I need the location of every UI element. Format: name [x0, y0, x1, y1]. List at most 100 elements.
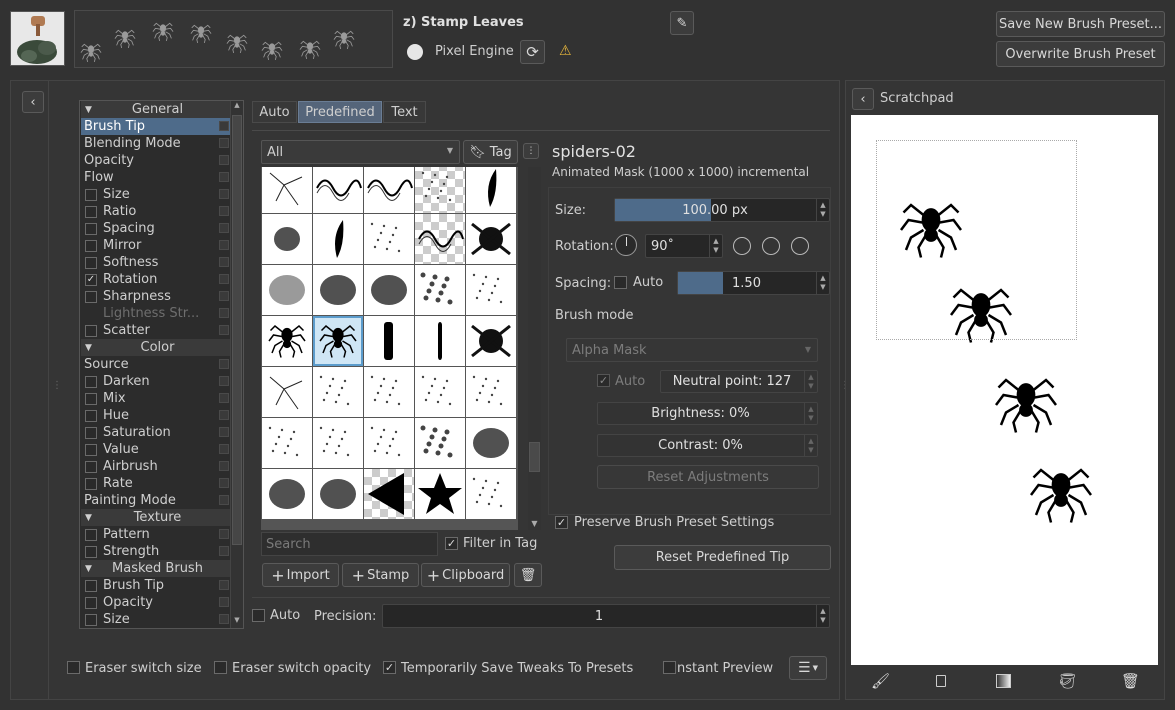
option-checkbox[interactable]	[85, 579, 97, 592]
blank-page-icon[interactable]	[936, 675, 946, 687]
trash-icon[interactable]: 🗑︎	[1121, 672, 1140, 690]
reset-predefined-tip-button[interactable]: Reset Predefined Tip	[614, 545, 831, 570]
option-plain[interactable]: Blending Mode	[81, 135, 231, 152]
filter-in-tag-checkbox[interactable]: ✓	[445, 537, 458, 550]
brush-tip-dots2[interactable]	[415, 418, 465, 468]
rename-preset-button[interactable]: ✎	[670, 11, 694, 35]
brush-tip-cloud3[interactable]	[364, 265, 414, 315]
option-checkbox[interactable]	[85, 188, 97, 201]
brush-tip-specks2[interactable]	[466, 469, 516, 519]
option-plain[interactable]: Painting Mode	[81, 492, 231, 509]
brush-tip-splat[interactable]	[466, 214, 516, 264]
brush-tip-ribbon[interactable]	[466, 167, 516, 213]
tab-text[interactable]: Text	[383, 101, 426, 123]
brush-grid[interactable]	[261, 167, 518, 530]
option-checkbox[interactable]	[85, 460, 97, 473]
brush-tip-burst[interactable]	[466, 316, 516, 366]
option-checkbox[interactable]	[85, 596, 97, 609]
option-check[interactable]: Sharpness	[81, 288, 231, 305]
option-check[interactable]: ✓ Rotation	[81, 271, 231, 288]
spacing-auto-checkbox[interactable]	[614, 276, 627, 289]
brush-tip-triangle[interactable]	[364, 469, 414, 519]
option-check[interactable]: Rate	[81, 475, 231, 492]
gradient-icon[interactable]	[996, 674, 1011, 688]
grid-scrollbar[interactable]: ▼	[528, 167, 541, 530]
option-checkbox[interactable]	[85, 256, 97, 269]
spacing-slider[interactable]: 1.50 ▲ ▼	[677, 271, 830, 295]
option-checkbox[interactable]	[85, 375, 97, 388]
eraser-opacity-checkbox[interactable]	[214, 661, 227, 674]
option-check[interactable]: Hue	[81, 407, 231, 424]
scratchpad-canvas[interactable]	[851, 115, 1158, 665]
option-plain[interactable]: Opacity	[81, 152, 231, 169]
option-disabled[interactable]: Lightness Str...	[81, 305, 231, 322]
brush-tip-dust3[interactable]	[364, 418, 414, 468]
splitter-handle[interactable]: ⋮	[52, 380, 62, 391]
option-check[interactable]: Opacity	[81, 594, 231, 611]
option-checkbox[interactable]	[85, 324, 97, 337]
option-group[interactable]: ▼ General	[81, 101, 231, 118]
option-check[interactable]: Mix	[81, 390, 231, 407]
option-checkbox[interactable]	[85, 613, 97, 626]
stamp-button[interactable]: + Stamp	[342, 563, 419, 587]
brush-tip-crack2[interactable]	[262, 367, 312, 417]
option-check[interactable]: Brush Tip	[81, 577, 231, 594]
brush-tip-grain2[interactable]	[364, 367, 414, 417]
view-mode-button[interactable]: ⋮	[523, 143, 539, 159]
brush-tip-ink[interactable]	[262, 469, 312, 519]
brush-tip-line[interactable]	[415, 316, 465, 366]
options-list[interactable]: ▼ General Brush Tip Blending Mode Opacity Flo…	[79, 100, 244, 629]
option-group[interactable]: ▼ Texture	[81, 509, 231, 526]
follow-direction-icon[interactable]	[733, 237, 751, 255]
brush-tip-scribble[interactable]	[313, 167, 363, 213]
tag-filter-select[interactable]: All ▼	[261, 140, 460, 164]
option-checkbox[interactable]	[85, 545, 97, 558]
collapse-scratchpad-button[interactable]: ‹	[852, 88, 874, 110]
brush-tip-specks[interactable]	[466, 265, 516, 315]
contrast-slider[interactable]: Contrast: 0% ▲ ▼	[597, 434, 818, 457]
option-checkbox[interactable]	[85, 392, 97, 405]
option-checkbox[interactable]	[85, 239, 97, 252]
brush-tip-texture[interactable]	[466, 418, 516, 468]
option-check[interactable]: Spacing	[81, 220, 231, 237]
option-check[interactable]: Strength	[81, 543, 231, 560]
import-button[interactable]: + Import	[262, 563, 339, 587]
option-check[interactable]: Value	[81, 441, 231, 458]
brush-tip-dots[interactable]	[415, 265, 465, 315]
brush-tip-strands[interactable]	[364, 167, 414, 213]
option-check[interactable]: Softness	[81, 254, 231, 271]
temp-save-checkbox[interactable]: ✓	[383, 661, 396, 674]
brush-tip-smudge[interactable]	[364, 214, 414, 264]
rotation-dial[interactable]	[615, 234, 637, 256]
option-checkbox[interactable]	[85, 528, 97, 541]
brush-tip-dust[interactable]	[262, 418, 312, 468]
option-check[interactable]: Ratio	[81, 203, 231, 220]
brush-tip-wave[interactable]	[415, 214, 465, 264]
tab-auto[interactable]: Auto	[252, 101, 297, 123]
option-checkbox[interactable]	[85, 222, 97, 235]
size-slider[interactable]: 100.00 px ▲ ▼	[614, 198, 830, 222]
reload-engine-button[interactable]: ⟳	[520, 40, 545, 64]
option-check[interactable]: Mirror	[81, 237, 231, 254]
brightness-slider[interactable]: Brightness: 0% ▲ ▼	[597, 402, 818, 425]
option-check[interactable]: Saturation	[81, 424, 231, 441]
clipboard-button[interactable]: + Clipboard	[421, 563, 510, 587]
option-check[interactable]: Size	[81, 186, 231, 203]
brush-tip-crack[interactable]	[262, 167, 312, 213]
rotation-spinbox[interactable]: 90˚ ▲ ▼	[645, 234, 723, 258]
option-checkbox[interactable]	[85, 443, 97, 456]
option-plain[interactable]: Flow	[81, 169, 231, 186]
option-checkbox[interactable]	[85, 477, 97, 490]
collapse-left-button[interactable]: ‹	[22, 91, 44, 113]
search-input[interactable]: Search	[261, 532, 438, 556]
eraser-size-checkbox[interactable]	[67, 661, 80, 674]
options-scrollbar[interactable]: ▲ ▼	[230, 101, 243, 628]
preserve-settings-checkbox[interactable]: ✓	[555, 516, 568, 529]
fill-bucket-icon[interactable]: 🪣︎	[1058, 672, 1077, 690]
tab-predefined[interactable]: Predefined	[298, 101, 382, 123]
neutral-point-slider[interactable]: Neutral point: 127 ▲ ▼	[660, 370, 818, 393]
follow-pressure-icon[interactable]	[762, 237, 780, 255]
option-checkbox[interactable]	[85, 290, 97, 303]
brush-tip-spider-sel[interactable]	[313, 316, 363, 366]
option-group[interactable]: ▼ Color	[81, 339, 231, 356]
